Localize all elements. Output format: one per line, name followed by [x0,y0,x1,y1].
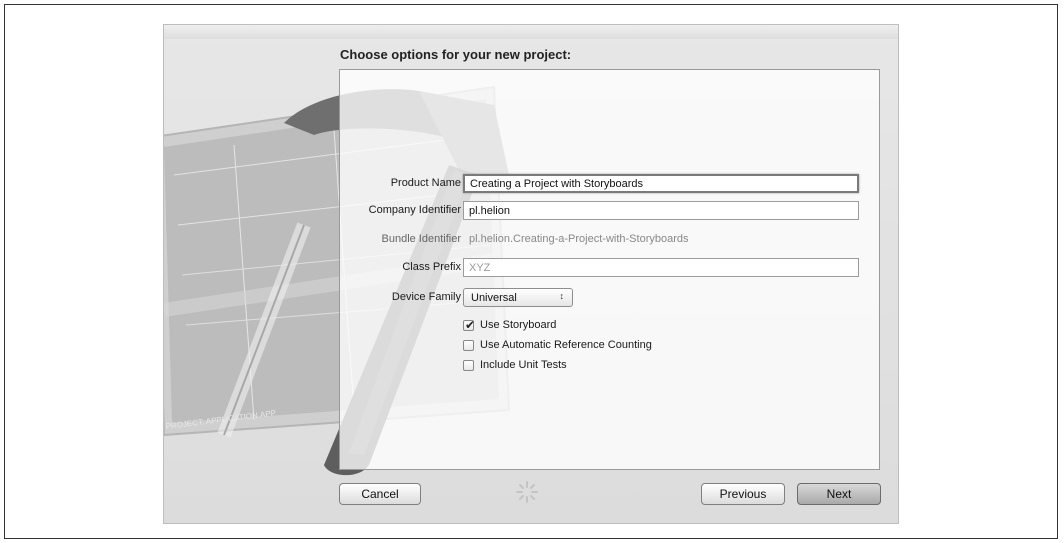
cancel-button[interactable]: Cancel [339,483,421,505]
next-button[interactable]: Next [797,483,881,505]
class-prefix-field[interactable] [463,258,859,277]
checkmark-icon: ✔ [465,318,476,332]
bundle-identifier-value: pl.helion.Creating-a-Project-with-Storyb… [469,233,689,245]
include-unit-tests-checkbox[interactable] [463,360,474,371]
class-prefix-row: Class Prefix [340,258,881,278]
product-name-field[interactable] [463,174,859,193]
device-family-selected: Universal [471,292,517,304]
use-storyboard-label: Use Storyboard [480,319,557,331]
progress-spinner-icon [516,481,538,503]
company-identifier-label: Company Identifier [368,204,461,216]
previous-button[interactable]: Previous [701,483,785,505]
options-panel: Product Name Company Identifier Bundle I… [339,69,880,470]
up-down-arrows-icon: ↕ [559,291,565,301]
use-arc-label: Use Automatic Reference Counting [480,339,652,351]
device-family-popup[interactable]: Universal ↕ [463,288,573,307]
use-arc-checkbox[interactable] [463,340,474,351]
device-family-label: Device Family [391,291,461,303]
bundle-identifier-row: Bundle Identifier pl.helion.Creating-a-P… [340,230,881,250]
new-project-dialog: PROJECT: APPLICATION.APP Choose options … [163,24,899,524]
device-family-row: Device Family Universal ↕ [340,288,881,308]
use-storyboard-checkbox[interactable]: ✔ [463,318,476,332]
company-identifier-field[interactable] [463,201,859,220]
company-identifier-row: Company Identifier [340,201,881,221]
product-name-label: Product Name [390,177,461,189]
class-prefix-label: Class Prefix [402,261,461,273]
dialog-heading: Choose options for your new project: [340,47,572,62]
include-unit-tests-label: Include Unit Tests [480,359,567,371]
bundle-identifier-label: Bundle Identifier [381,233,462,245]
product-name-row: Product Name [340,174,881,194]
